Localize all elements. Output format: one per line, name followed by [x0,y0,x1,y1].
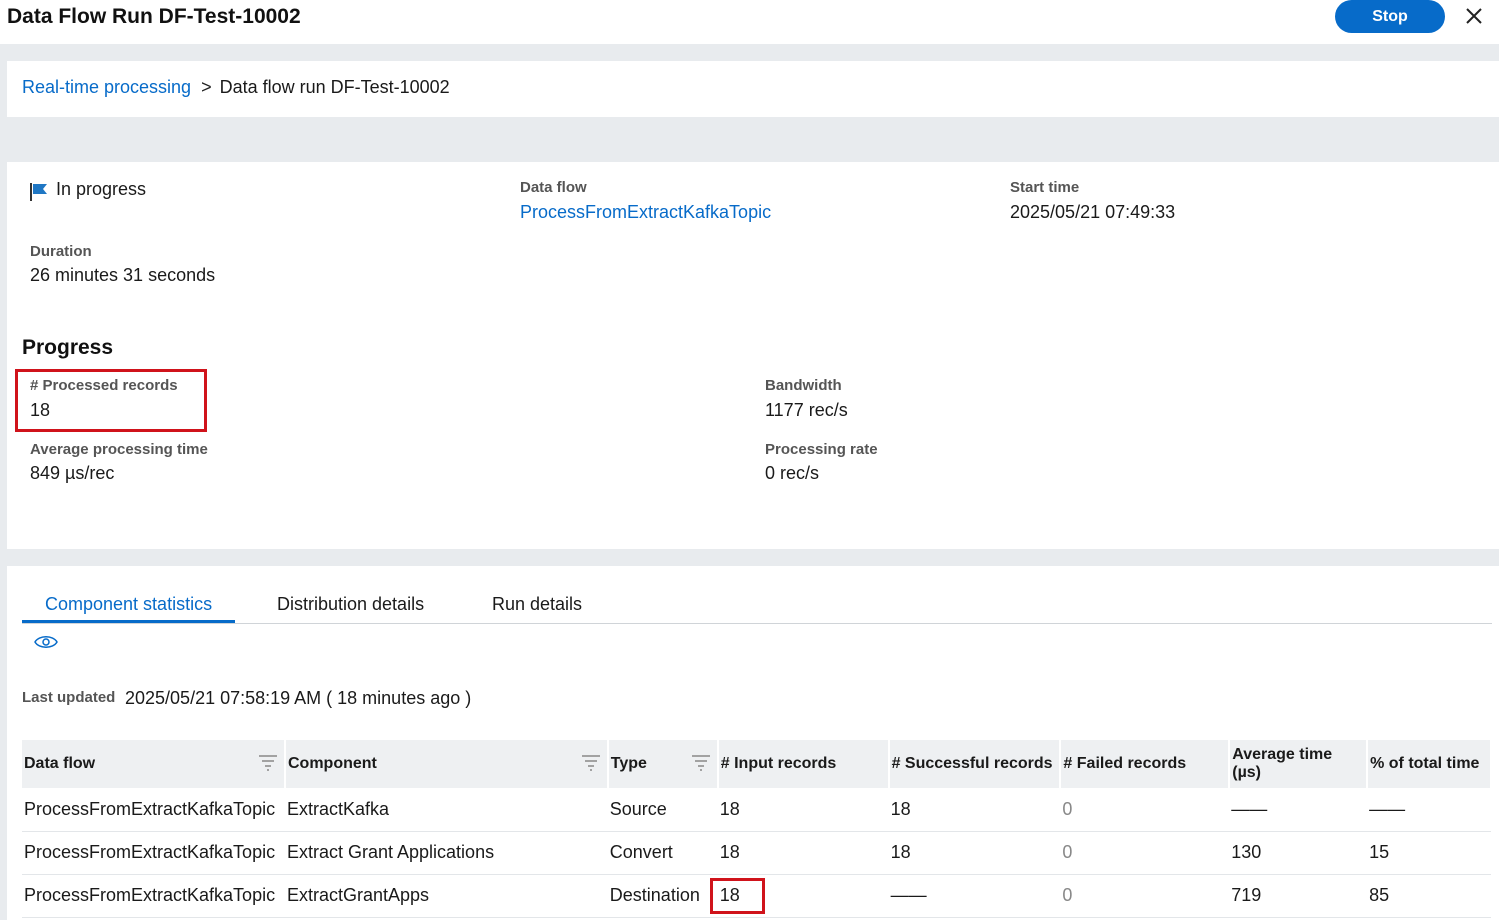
avg-processing-time-label: Average processing time [30,441,208,458]
tab-distribution-details[interactable]: Distribution details [277,594,424,621]
table-row: ProcessFromExtractKafkaTopic Extract Gra… [22,831,1491,875]
cell-successful-records: 18 [888,831,1061,875]
filter-icon[interactable] [258,754,278,772]
cell-average-time: 719 [1229,874,1368,918]
column-header-failed-records[interactable]: # Failed records [1060,740,1231,788]
statistics-panel: Component statistics Distribution detail… [7,566,1499,920]
duration-value: 26 minutes 31 seconds [30,265,216,285]
breadcrumb: Real-time processing > Data flow run DF-Te… [22,77,450,98]
cell-input-records: 18 [717,831,889,875]
cell-data-flow: ProcessFromExtractKafkaTopic [22,831,285,875]
table-row: ProcessFromExtractKafkaTopic ExtractGran… [22,874,1491,918]
breadcrumb-link-real-time-processing[interactable]: Real-time processing [22,77,191,97]
cell-percent-total-time: 85 [1367,874,1491,918]
column-header-successful-records[interactable]: # Successful records [888,740,1062,788]
tab-bar: Component statistics Distribution detail… [22,586,1492,624]
cell-type: Convert [607,831,718,875]
processed-records-label: # Processed records [30,377,178,394]
breadcrumb-separator: > [201,77,212,97]
column-header-average-time[interactable]: Average time (µs) [1229,740,1369,788]
breadcrumb-panel: Real-time processing > Data flow run DF-Te… [7,61,1499,117]
column-header-type[interactable]: Type [607,740,719,788]
processing-rate-value: 0 rec/s [765,463,820,483]
highlight-box-input-records [709,877,765,914]
cell-input-records: 18 [717,788,889,832]
cell-type: Destination [607,874,718,918]
flag-icon [30,183,47,201]
column-header-percent-total-time[interactable]: % of total time [1367,740,1492,788]
bandwidth-value: 1177 rec/s [765,400,848,420]
cell-type: Source [607,788,718,832]
last-updated-label: Last updated [22,689,116,706]
cell-input-records: 18 [709,874,889,918]
cell-failed-records: 0 [1060,788,1230,832]
cell-successful-records: 18 [888,788,1061,832]
cell-data-flow: ProcessFromExtractKafkaTopic [22,874,285,918]
last-updated-value: 2025/05/21 07:58:19 AM ( 18 minutes ago … [125,688,472,708]
data-flow-label: Data flow [520,179,587,196]
avg-processing-time-value: 849 µs/rec [30,463,115,483]
cell-percent-total-time: 15 [1367,831,1491,875]
cell-component: ExtractKafka [284,788,608,832]
eye-icon[interactable] [34,632,58,652]
cell-successful-records: —— [888,874,1061,918]
run-summary-panel: In progress Data flow ProcessFromExtract… [7,162,1499,549]
processing-rate-label: Processing rate [765,441,878,458]
table-header-row: Data flow Component Type # Input records… [22,740,1492,788]
cell-average-time: 130 [1229,831,1368,875]
column-header-component[interactable]: Component [284,740,609,788]
cell-component: Extract Grant Applications [284,831,608,875]
column-header-data-flow[interactable]: Data flow [22,740,286,788]
close-icon[interactable] [1462,4,1486,28]
cell-component: ExtractGrantApps [284,874,608,918]
bandwidth-label: Bandwidth [765,377,842,394]
status-text: In progress [56,179,147,199]
cell-failed-records: 0 [1060,874,1230,918]
page-title: Data Flow Run DF-Test-10002 [7,5,301,28]
processed-records-value: 18 [30,400,51,420]
cell-average-time: —— [1229,788,1368,832]
component-statistics-table: Data flow Component Type # Input records… [22,740,1492,918]
duration-label: Duration [30,243,92,260]
modal-header: Data Flow Run DF-Test-10002 Stop [0,0,1499,44]
breadcrumb-current: Data flow run DF-Test-10002 [219,77,450,97]
cell-failed-records: 0 [1060,831,1230,875]
filter-icon[interactable] [691,754,711,772]
data-flow-link[interactable]: ProcessFromExtractKafkaTopic [520,202,771,223]
cell-percent-total-time: —— [1367,788,1491,832]
start-time-label: Start time [1010,179,1080,196]
table-row: ProcessFromExtractKafkaTopic ExtractKafk… [22,788,1491,832]
tab-component-statistics[interactable]: Component statistics [22,594,236,623]
cell-data-flow: ProcessFromExtractKafkaTopic [22,788,285,832]
column-header-input-records[interactable]: # Input records [717,740,890,788]
tab-run-details[interactable]: Run details [492,594,582,621]
filter-icon[interactable] [581,754,601,772]
stop-button[interactable]: Stop [1335,0,1445,33]
progress-title: Progress [22,336,114,359]
start-time-value: 2025/05/21 07:49:33 [1010,202,1176,222]
